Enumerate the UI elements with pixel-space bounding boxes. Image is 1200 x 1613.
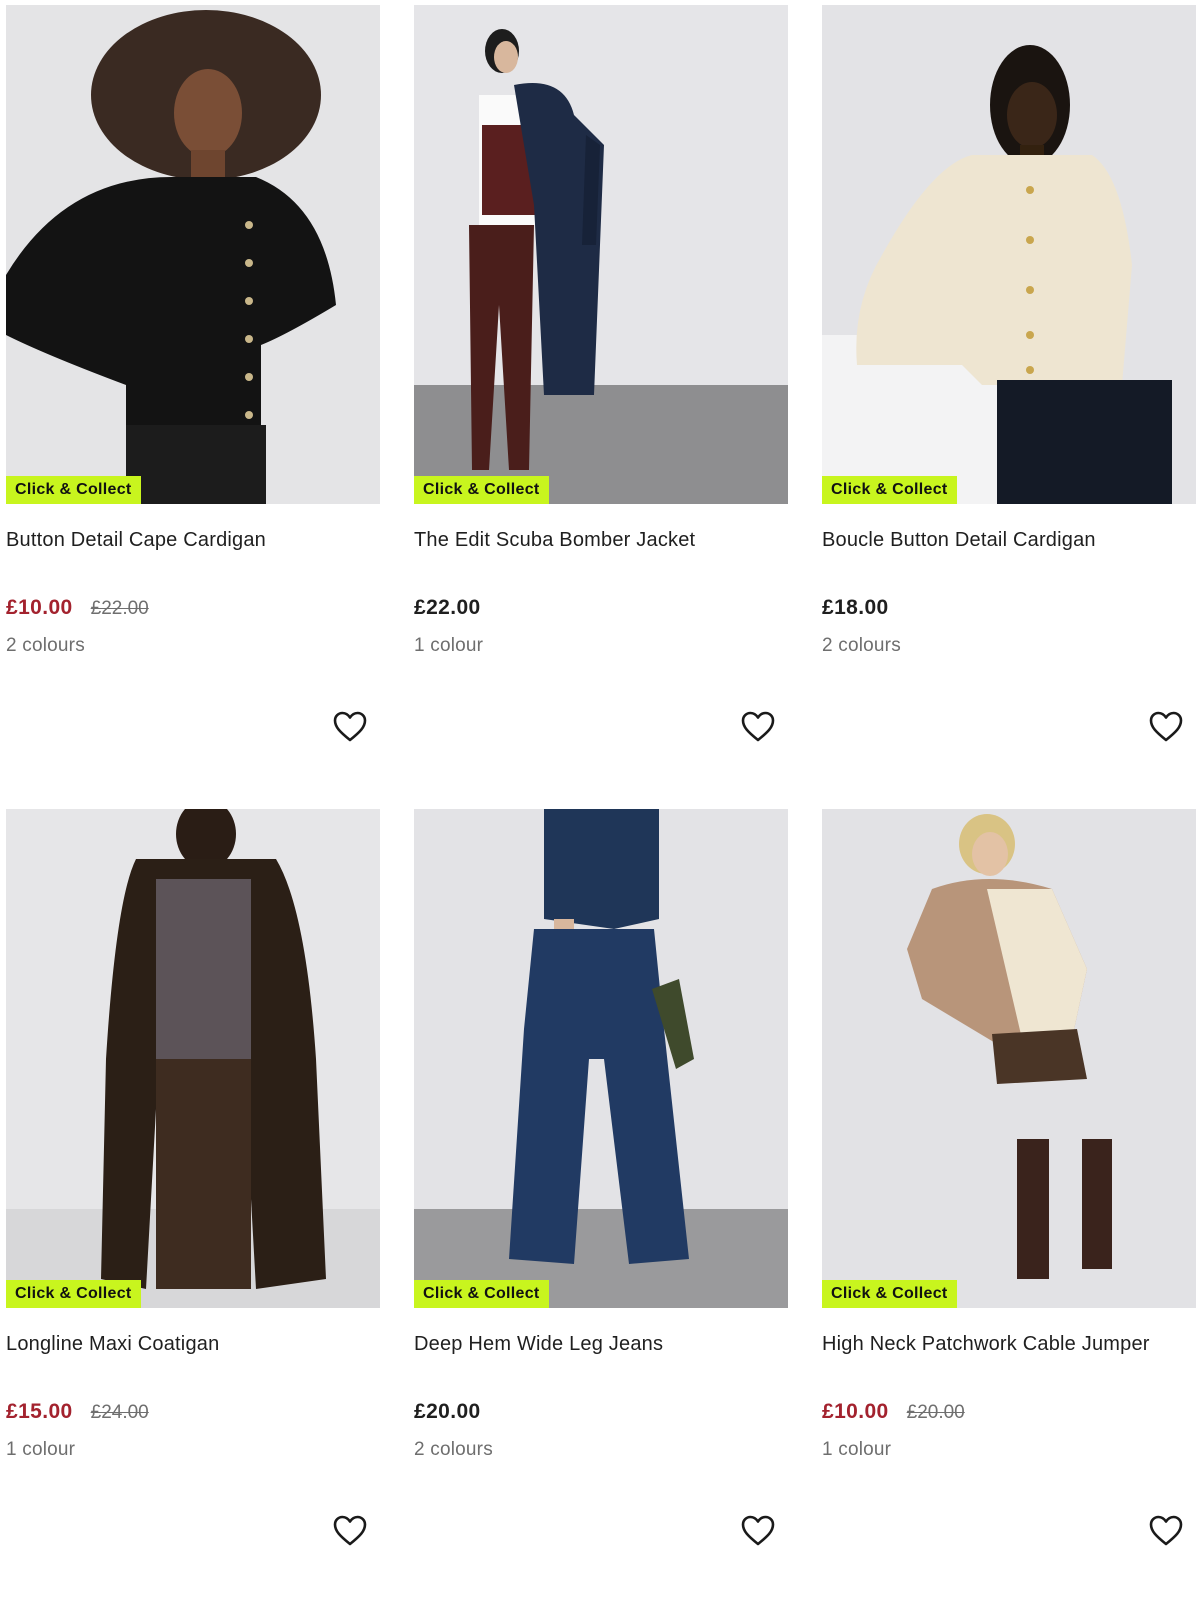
model-wide-leg-jeans-icon [414,809,788,1308]
heart-icon [333,1515,367,1546]
model-patchwork-cable-jumper-icon [822,809,1196,1308]
click-collect-badge: Click & Collect [414,476,549,504]
heart-icon [1149,711,1183,742]
model-brown-maxi-coatigan-icon [6,809,380,1308]
product-title[interactable]: High Neck Patchwork Cable Jumper [822,1333,1150,1356]
price-row: £20.00 [414,1400,481,1424]
price-row: £15.00 £24.00 [6,1400,149,1424]
model-black-cape-cardigan-icon [6,5,380,504]
colour-count: 1 colour [6,1439,76,1460]
price: £18.00 [822,596,889,619]
wishlist-button[interactable] [1148,1514,1184,1548]
heart-icon [1149,1515,1183,1546]
product-grid: Click & Collect Button Detail Cape Cardi… [6,5,1196,1613]
click-collect-badge: Click & Collect [6,1280,141,1308]
was-price: £20.00 [906,1402,965,1423]
product-card[interactable]: Click & Collect The Edit Scuba Bomber Ja… [414,5,788,809]
price: £22.00 [414,596,481,619]
sale-price: £15.00 [6,1400,73,1423]
colour-count: 2 colours [6,635,85,656]
colour-count: 1 colour [822,1439,892,1460]
was-price: £22.00 [90,598,149,619]
click-collect-badge: Click & Collect [6,476,141,504]
click-collect-badge: Click & Collect [822,1280,957,1308]
product-title[interactable]: Longline Maxi Coatigan [6,1333,219,1356]
heart-icon [741,1515,775,1546]
price-row: £22.00 [414,596,481,620]
wishlist-button[interactable] [740,1514,776,1548]
product-card[interactable]: Click & Collect Deep Hem Wide Leg Jeans … [414,809,788,1613]
product-image[interactable]: Click & Collect [822,809,1196,1308]
heart-icon [741,711,775,742]
was-price: £24.00 [90,1402,149,1423]
sale-price: £10.00 [822,1400,889,1423]
product-card[interactable]: Click & Collect Longline Maxi Coatigan £… [6,809,380,1613]
product-card[interactable]: Click & Collect Button Detail Cape Cardi… [6,5,380,809]
product-image[interactable]: Click & Collect [6,809,380,1308]
product-image[interactable]: Click & Collect [414,809,788,1308]
product-title[interactable]: Boucle Button Detail Cardigan [822,529,1096,552]
click-collect-badge: Click & Collect [414,1280,549,1308]
product-card[interactable]: Click & Collect Boucle Button Detail Car… [822,5,1196,809]
model-cream-boucle-cardigan-icon [822,5,1196,504]
price: £20.00 [414,1400,481,1423]
wishlist-button[interactable] [740,710,776,744]
sale-price: £10.00 [6,596,73,619]
heart-icon [333,711,367,742]
product-title[interactable]: The Edit Scuba Bomber Jacket [414,529,695,552]
colour-count: 1 colour [414,635,484,656]
product-image[interactable]: Click & Collect [822,5,1196,504]
wishlist-button[interactable] [332,710,368,744]
price-row: £10.00 £22.00 [6,596,149,620]
colour-count: 2 colours [414,1439,493,1460]
price-row: £18.00 [822,596,889,620]
product-title[interactable]: Button Detail Cape Cardigan [6,529,266,552]
colour-count: 2 colours [822,635,901,656]
wishlist-button[interactable] [332,1514,368,1548]
product-card[interactable]: Click & Collect High Neck Patchwork Cabl… [822,809,1196,1613]
price-row: £10.00 £20.00 [822,1400,965,1424]
wishlist-button[interactable] [1148,710,1184,744]
product-image[interactable]: Click & Collect [6,5,380,504]
model-burgundy-bomber-jacket-icon [414,5,788,504]
click-collect-badge: Click & Collect [822,476,957,504]
product-image[interactable]: Click & Collect [414,5,788,504]
product-title[interactable]: Deep Hem Wide Leg Jeans [414,1333,663,1356]
